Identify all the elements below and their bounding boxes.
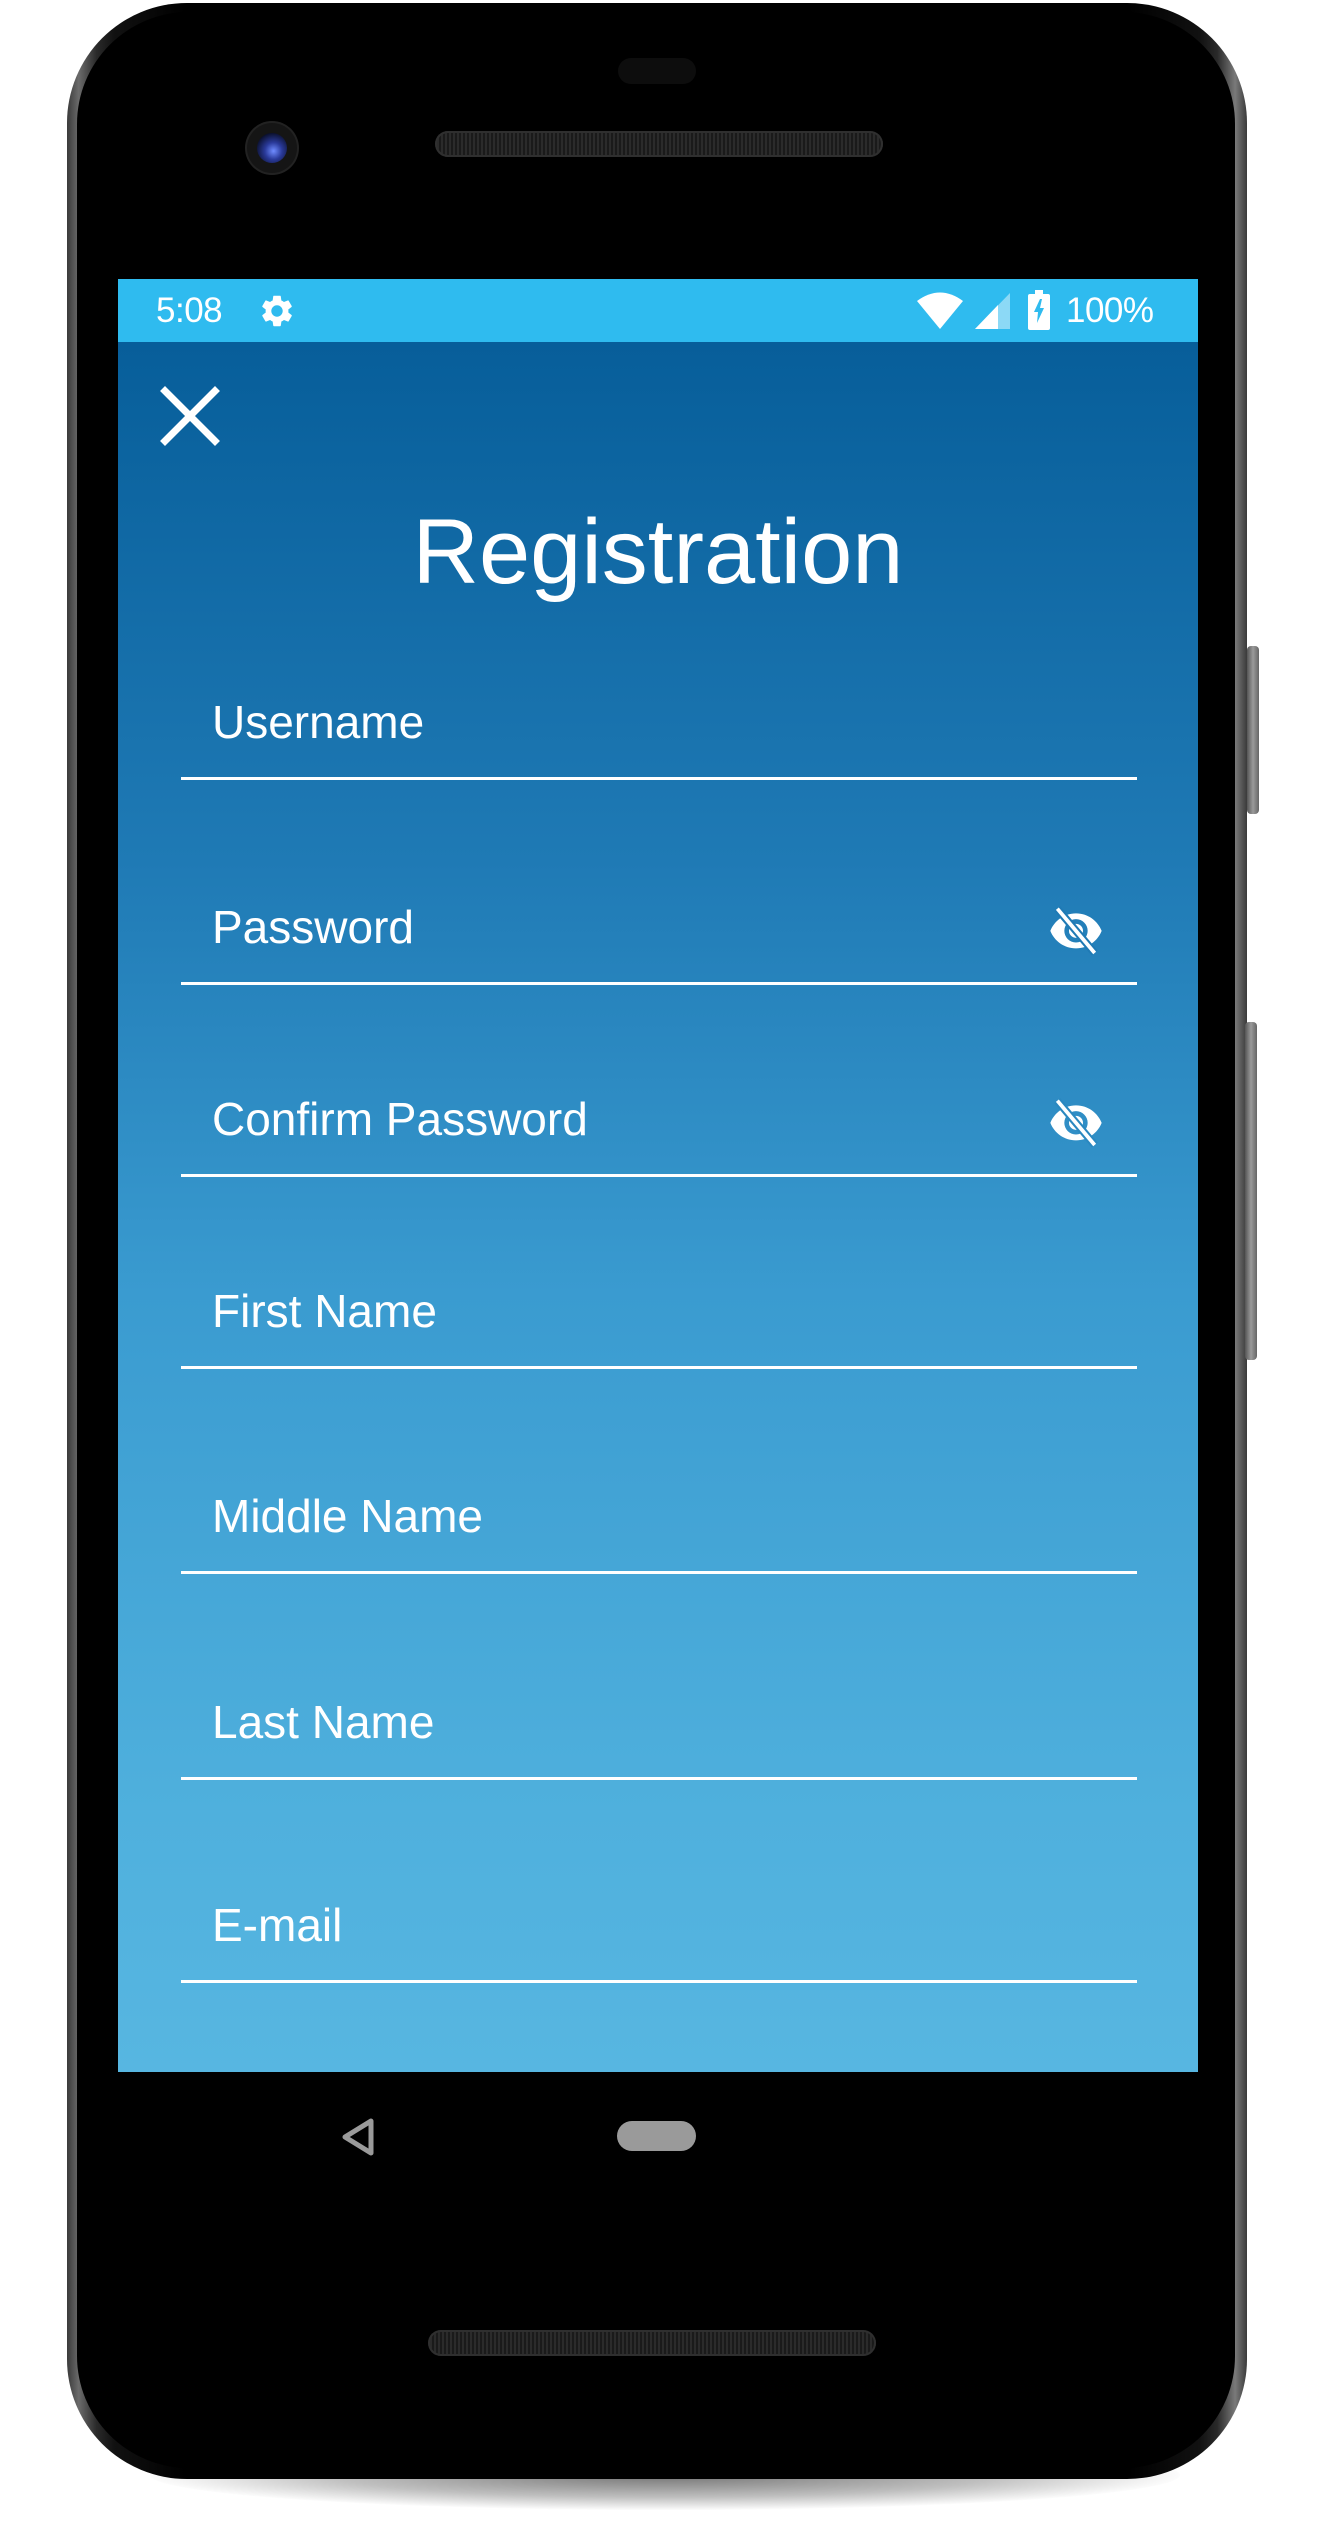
bottom-speaker-grille (428, 2330, 876, 2356)
top-speaker-grille (435, 131, 883, 157)
field-underline (181, 1571, 1137, 1574)
last-name-field[interactable]: Last Name (181, 1660, 1137, 1780)
field-underline (181, 1777, 1137, 1780)
password-field[interactable]: Password (181, 865, 1137, 985)
signal-icon (975, 293, 1010, 329)
volume-rocker[interactable] (1245, 1022, 1257, 1360)
username-field[interactable]: Username (181, 660, 1137, 780)
username-label: Username (212, 696, 425, 748)
close-icon[interactable] (160, 386, 220, 446)
middle-name-label: Middle Name (212, 1490, 483, 1542)
status-bar: 5:08 100% (118, 279, 1198, 342)
last-name-label: Last Name (212, 1696, 435, 1748)
email-field[interactable]: E-mail (181, 1863, 1137, 1983)
eye-off-icon[interactable] (1045, 904, 1107, 960)
wifi-icon (917, 292, 963, 329)
field-underline (181, 1366, 1137, 1369)
field-underline (181, 1174, 1137, 1177)
settings-icon (262, 295, 292, 327)
first-name-label: First Name (212, 1285, 437, 1337)
email-label: E-mail (212, 1899, 343, 1951)
proximity-sensor (618, 58, 696, 84)
front-camera (247, 123, 297, 173)
screen: 5:08 100% Registration Username Password (118, 279, 1198, 2072)
confirm-password-label: Confirm Password (212, 1093, 588, 1145)
password-label: Password (212, 901, 414, 953)
field-underline (181, 1980, 1137, 1983)
first-name-field[interactable]: First Name (181, 1249, 1137, 1369)
page-title: Registration (412, 501, 904, 603)
home-pill-icon[interactable] (617, 2121, 696, 2151)
field-underline (181, 982, 1137, 985)
battery-charging-icon (1028, 290, 1050, 330)
confirm-password-field[interactable]: Confirm Password (181, 1057, 1137, 1177)
middle-name-field[interactable]: Middle Name (181, 1454, 1137, 1574)
battery-percent: 100% (1066, 291, 1154, 330)
status-time: 5:08 (156, 291, 223, 330)
back-triangle-icon[interactable] (340, 2118, 376, 2156)
eye-off-icon[interactable] (1045, 1096, 1107, 1152)
field-underline (181, 777, 1137, 780)
power-button[interactable] (1247, 646, 1259, 814)
registration-screen: Registration Username Password Confirm P… (118, 342, 1198, 2072)
